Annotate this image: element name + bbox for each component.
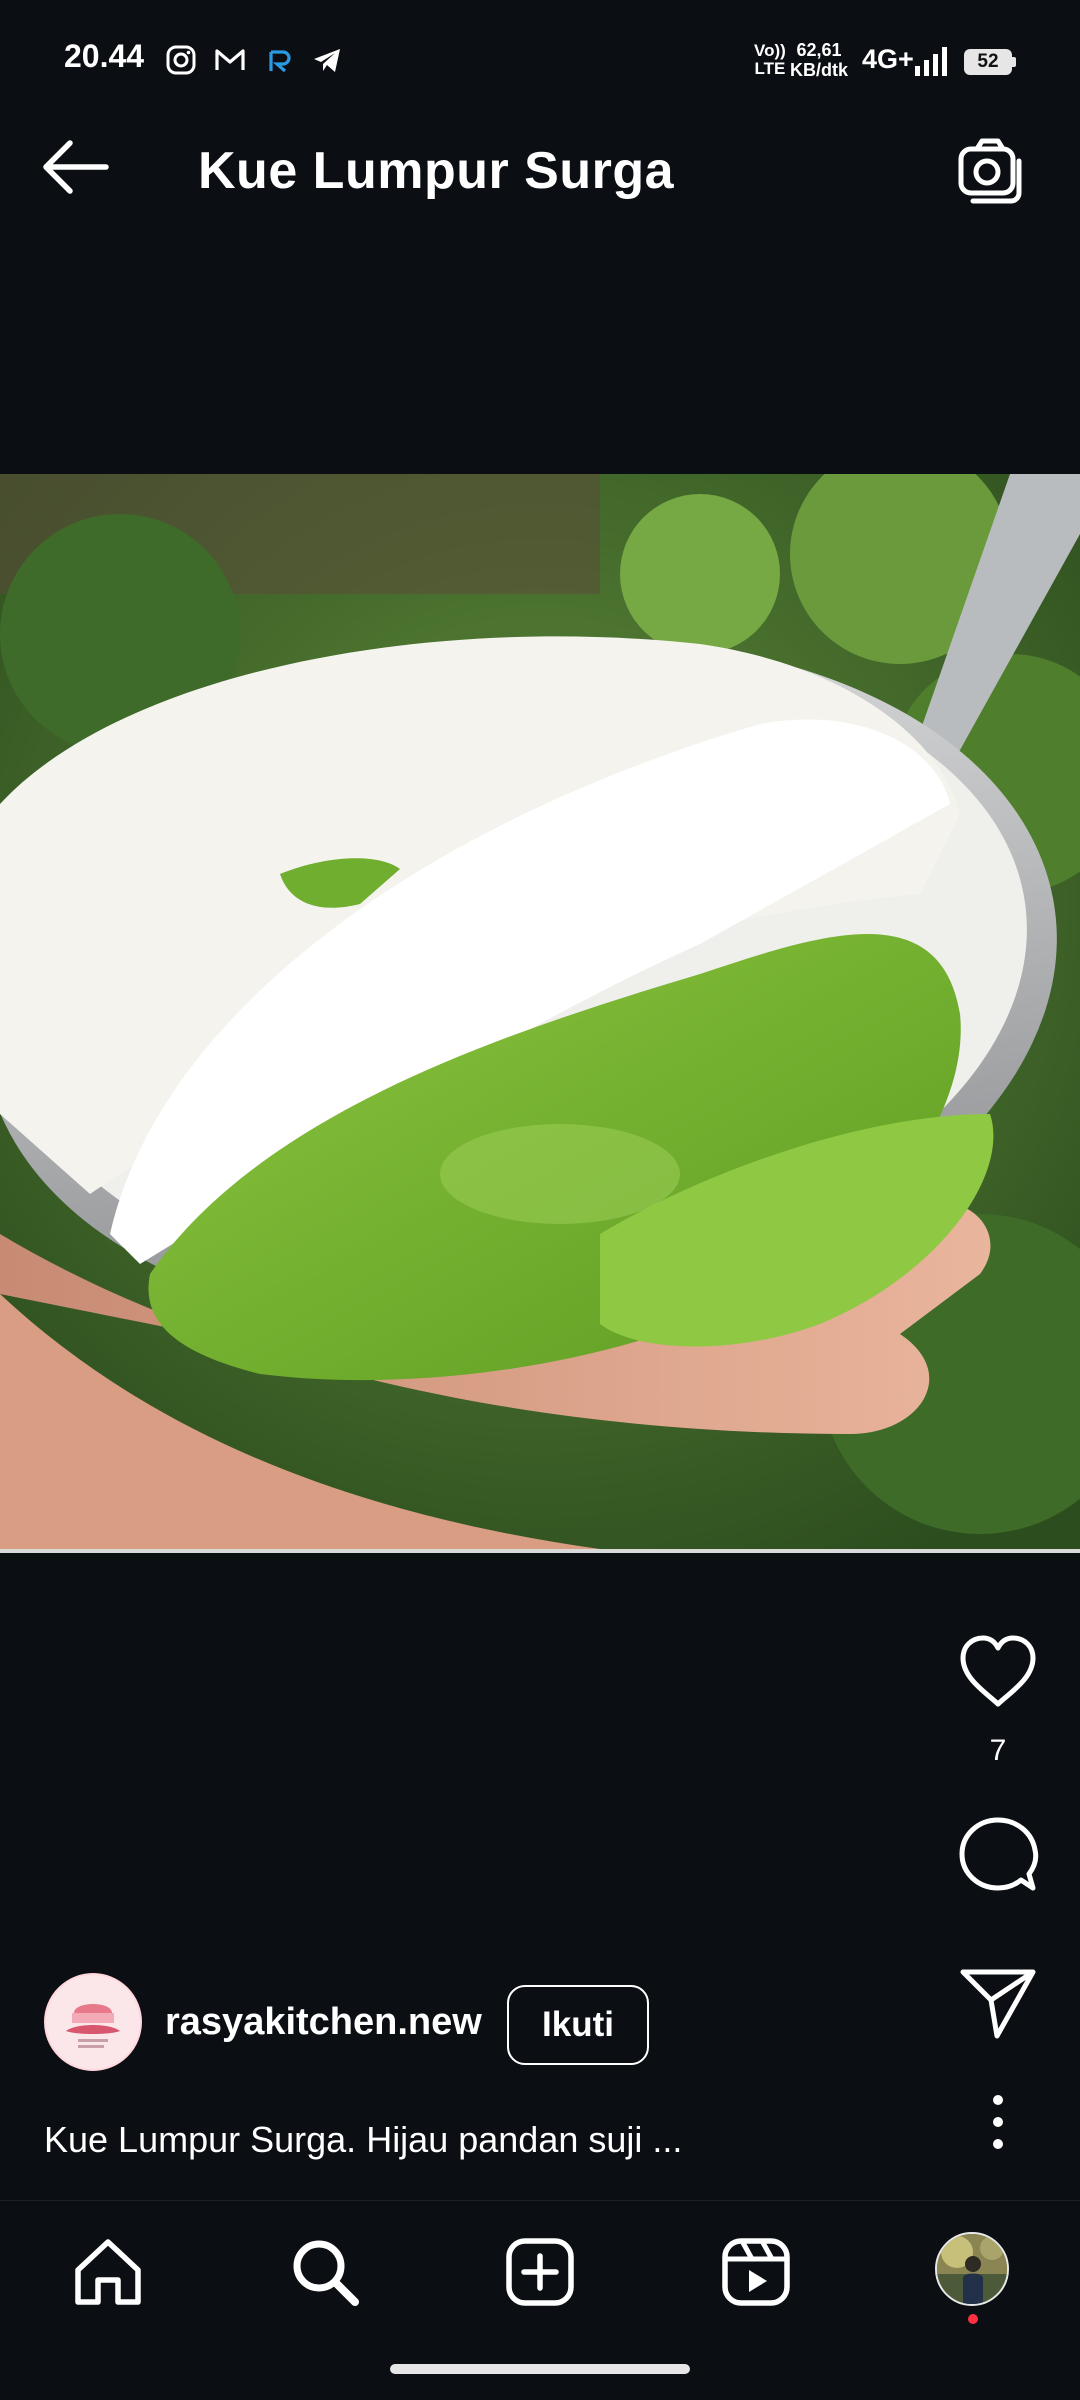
more-options-icon[interactable] [975,2090,1021,2154]
rasya-kitchen-logo [46,1975,140,2069]
home-indicator[interactable] [390,2364,690,2374]
follow-button[interactable]: Ikuti [507,1985,649,2065]
reels-icon[interactable] [716,2232,796,2312]
post-image[interactable] [0,474,1080,1549]
notification-dot [968,2314,978,2324]
header: Kue Lumpur Surga [0,95,1080,245]
status-bar: 20.44 Vo)) LTE 62,61 KB/dtk 4G+ 52 [0,0,1080,95]
page-title: Kue Lumpur Surga [198,142,675,200]
create-post-icon[interactable] [500,2232,580,2312]
like-heart-icon[interactable] [955,1630,1041,1716]
battery-level: 52 [977,51,999,72]
back-arrow-icon[interactable] [36,135,116,199]
network-type: 4G+ [862,44,914,74]
gmail-icon [215,49,245,70]
profile-avatar[interactable] [935,2232,1009,2306]
signal-icon [915,47,947,76]
author-username[interactable]: rasyakitchen.new [165,2001,482,2044]
status-time: 20.44 [64,38,145,74]
instagram-icon [166,45,196,75]
author-avatar[interactable] [44,1973,142,2071]
network-speed: 62,61 KB/dtk [790,40,848,80]
home-icon[interactable] [68,2232,148,2312]
post-caption[interactable]: Kue Lumpur Surga. Hijau pandan suji ... [44,2119,944,2161]
r-app-icon [269,50,291,73]
battery-icon: 52 [964,49,1016,75]
telegram-icon [314,49,340,72]
image-divider [0,1549,1080,1553]
camera-icon[interactable] [955,135,1027,207]
like-count: 7 [989,1734,1007,1767]
volte-indicator: Vo)) LTE [754,41,786,78]
profile-photo [937,2234,1007,2304]
share-send-icon[interactable] [955,1960,1041,2046]
search-icon[interactable] [285,2232,365,2312]
food-photo [0,474,1080,1549]
comment-icon[interactable] [955,1812,1041,1898]
